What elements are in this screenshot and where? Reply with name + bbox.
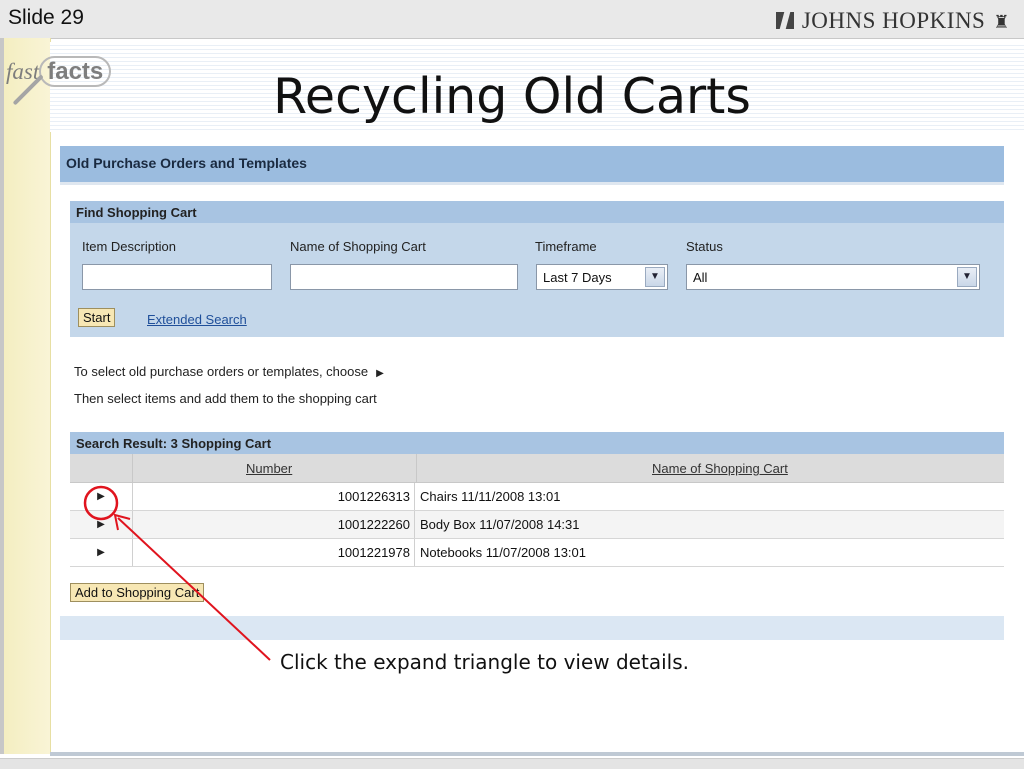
find-shopping-cart-section: Find Shopping Cart Item Description Name… [70,201,1004,337]
chevron-down-icon[interactable]: ▼ [645,267,665,287]
expand-triangle-icon[interactable]: ▶ [70,511,133,538]
number-column-header[interactable]: Number [246,461,292,476]
results-table: Number Name of Shopping Cart ▶ 100122631… [70,454,1004,567]
cart-name: Chairs 11/11/2008 13:01 [420,489,561,504]
panel-header-text: Old Purchase Orders and Templates [66,155,307,171]
bottom-rule [50,752,1024,756]
left-strip [4,38,51,754]
table-row: ▶ 1001226313 Chairs 11/11/2008 13:01 [70,483,1004,511]
table-row: ▶ 1001221978 Notebooks 11/07/2008 13:01 [70,539,1004,567]
expand-triangle-icon: ▶ [376,368,384,379]
slide-top-bar: Slide 29 JOHNS HOPKINS ♜ [0,0,1024,39]
instruction-line-2: Then select items and add them to the sh… [74,391,377,406]
brand-name: JOHNS HOPKINS [801,8,986,33]
add-to-shopping-cart-button[interactable]: Add to Shopping Cart [70,583,205,602]
shopping-cart-panel: Old Purchase Orders and Templates Find S… [60,146,1004,640]
cart-number: 1001222260 [133,511,415,538]
item-description-label: Item Description [82,239,176,254]
table-header-row: Number Name of Shopping Cart [70,454,1004,483]
column-divider [416,454,417,482]
timeframe-label: Timeframe [535,239,597,254]
cart-number: 1001221978 [133,539,415,566]
cart-name: Notebooks 11/07/2008 13:01 [420,545,587,560]
column-divider [132,454,133,482]
brand-logo: JOHNS HOPKINS ♜ [775,8,1010,34]
slide-title: Recycling Old Carts [273,68,751,125]
slide-number: Slide 29 [8,6,84,29]
status-label: Status [686,239,723,254]
find-header: Find Shopping Cart [70,201,1004,223]
panel-header: Old Purchase Orders and Templates [60,146,1004,185]
results-header: Search Result: 3 Shopping Cart [70,432,1004,454]
find-title: Find Shopping Cart [76,205,197,220]
status-value: All [693,270,708,285]
name-column-header[interactable]: Name of Shopping Cart [652,461,788,476]
instruction-line-1: To select old purchase orders or templat… [74,364,384,379]
cart-number: 1001226313 [133,483,415,510]
timeframe-select[interactable]: Last 7 Days ▼ [536,264,668,290]
annotation-caption: Click the expand triangle to view detail… [280,650,689,674]
expand-triangle-icon[interactable]: ▶ [70,539,133,566]
table-row: ▶ 1001222260 Body Box 11/07/2008 14:31 [70,511,1004,539]
item-description-input[interactable] [82,264,272,290]
status-select[interactable]: All ▼ [686,264,980,290]
timeframe-value: Last 7 Days [543,270,612,285]
panel-footer [60,616,1004,640]
expand-triangle-icon[interactable]: ▶ [70,483,133,510]
university-mark-icon [775,12,794,29]
start-button[interactable]: Start [78,308,116,327]
chevron-down-icon[interactable]: ▼ [957,267,977,287]
monument-icon: ♜ [993,12,1010,32]
cart-name-label: Name of Shopping Cart [290,239,426,254]
bottom-bar [0,758,1024,769]
results-title: Search Result: 3 Shopping Cart [76,436,272,451]
extended-search-link[interactable]: Extended Search [147,312,247,327]
cart-name-input[interactable] [290,264,518,290]
instruction-text-1: To select old purchase orders or templat… [74,364,369,379]
cart-name: Body Box 11/07/2008 14:31 [420,517,580,532]
